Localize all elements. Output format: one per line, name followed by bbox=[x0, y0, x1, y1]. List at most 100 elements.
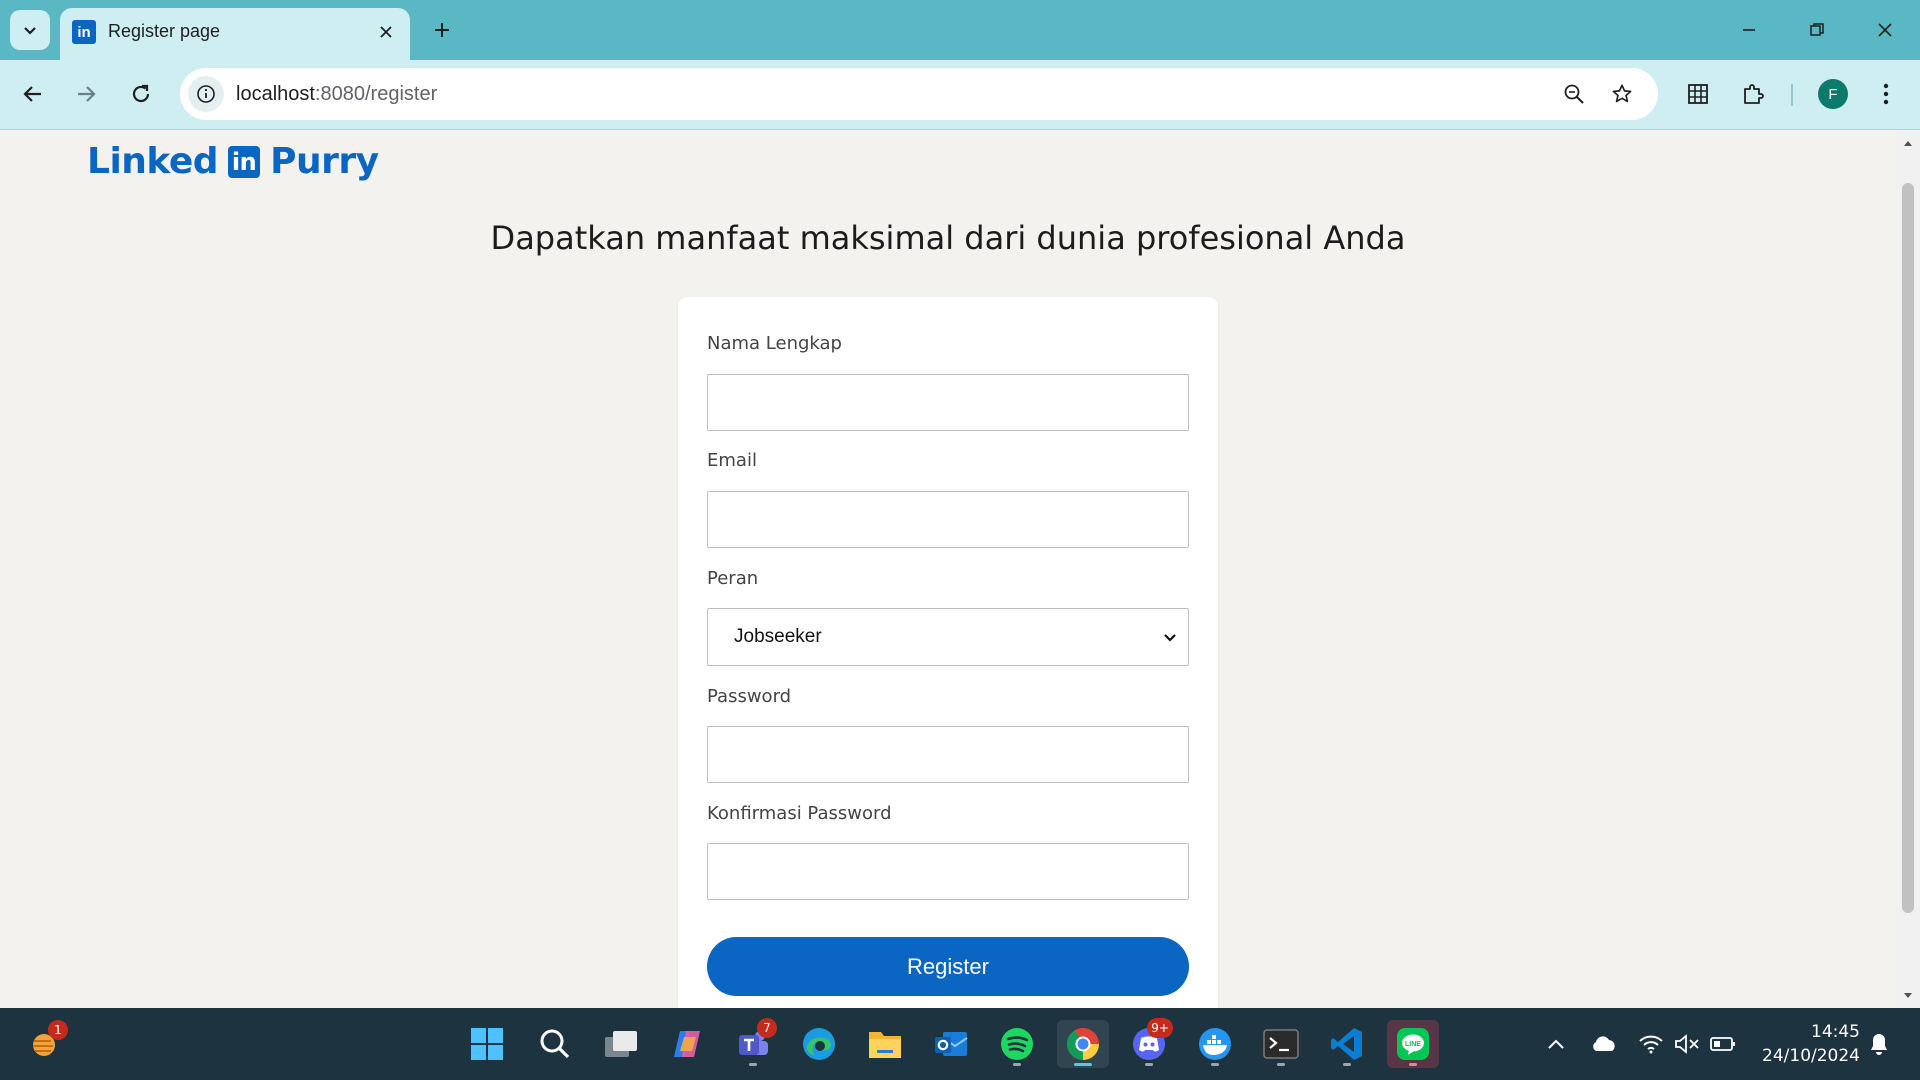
vscode-button[interactable] bbox=[1321, 1020, 1373, 1068]
teams-badge: 7 bbox=[757, 1018, 777, 1038]
full-name-label: Nama Lengkap bbox=[707, 333, 842, 354]
email-input[interactable] bbox=[707, 491, 1189, 548]
extensions-button[interactable] bbox=[1733, 74, 1773, 114]
start-button[interactable] bbox=[461, 1020, 513, 1068]
email-label: Email bbox=[707, 450, 757, 471]
notification-bell-icon bbox=[1871, 1034, 1887, 1055]
tab-groups-button[interactable] bbox=[1678, 74, 1718, 114]
discord-badge: 9+ bbox=[1147, 1018, 1173, 1038]
widgets-button[interactable]: 1 bbox=[20, 1020, 72, 1068]
page-scrollbar[interactable] bbox=[1896, 131, 1920, 1008]
scroll-down-button[interactable] bbox=[1900, 988, 1916, 1004]
task-view-button[interactable] bbox=[595, 1020, 647, 1068]
role-label: Peran bbox=[707, 568, 759, 589]
logo-in-box: in bbox=[228, 145, 261, 178]
url-host: localhost bbox=[236, 83, 315, 105]
browser-toolbar: localhost:8080/register F bbox=[0, 60, 1920, 130]
zoom-icon bbox=[1564, 84, 1584, 104]
close-window-button[interactable] bbox=[1862, 10, 1908, 50]
spotify-button[interactable] bbox=[991, 1020, 1043, 1068]
site-logo[interactable]: Linked in Purry bbox=[87, 141, 379, 182]
discord-button[interactable]: 9+ bbox=[1123, 1018, 1175, 1068]
outlook-icon bbox=[935, 1032, 968, 1056]
taskbar-search-button[interactable] bbox=[529, 1020, 581, 1068]
running-indicator bbox=[749, 1063, 757, 1066]
logo-text-right: Purry bbox=[270, 141, 379, 182]
line-button[interactable]: LINE bbox=[1387, 1020, 1439, 1068]
tab-title: Register page bbox=[108, 21, 221, 41]
extensions-icon bbox=[1744, 84, 1764, 104]
restore-button[interactable] bbox=[1794, 10, 1840, 50]
site-info-icon bbox=[197, 85, 215, 103]
notifications-button[interactable] bbox=[1862, 1008, 1896, 1080]
tab-favicon: in bbox=[72, 20, 96, 44]
file-explorer-button[interactable] bbox=[859, 1020, 911, 1068]
scroll-up-button[interactable] bbox=[1900, 135, 1916, 151]
running-indicator bbox=[1074, 1063, 1092, 1066]
site-info-button[interactable] bbox=[188, 76, 224, 112]
close-icon bbox=[380, 26, 392, 38]
windows-taskbar: 1 7 9+ LINE 14:45 24/10/2024 bbox=[0, 1008, 1920, 1080]
copilot-icon bbox=[674, 1031, 700, 1057]
network-button[interactable] bbox=[1634, 1008, 1668, 1080]
register-form-card: Nama Lengkap Email Peran Jobseeker Passw… bbox=[678, 297, 1218, 1008]
star-icon bbox=[1612, 84, 1632, 103]
page-headline: Dapatkan manfaat maksimal dari dunia pro… bbox=[490, 219, 1406, 257]
restore-icon bbox=[1810, 23, 1824, 36]
full-name-input[interactable] bbox=[707, 374, 1189, 431]
address-bar[interactable]: localhost:8080/register bbox=[180, 68, 1658, 120]
terminal-button[interactable] bbox=[1255, 1020, 1307, 1068]
plus-icon bbox=[435, 23, 449, 37]
browser-titlebar: in Register page bbox=[0, 0, 1920, 60]
back-icon bbox=[23, 86, 41, 102]
outlook-button[interactable] bbox=[925, 1020, 977, 1068]
reload-button[interactable] bbox=[121, 74, 161, 114]
clock-date: 24/10/2024 bbox=[1762, 1046, 1860, 1066]
widgets-badge: 1 bbox=[48, 1020, 68, 1040]
zoom-button[interactable] bbox=[1556, 76, 1592, 112]
forward-icon bbox=[78, 86, 96, 102]
teams-button[interactable]: 7 bbox=[727, 1018, 779, 1068]
role-select[interactable]: Jobseeker bbox=[707, 608, 1189, 666]
battery-button[interactable] bbox=[1706, 1008, 1740, 1080]
onedrive-button[interactable] bbox=[1586, 1008, 1622, 1080]
confirm-password-input[interactable] bbox=[707, 843, 1189, 900]
browser-menu-button[interactable] bbox=[1866, 74, 1906, 114]
search-icon bbox=[540, 1029, 570, 1059]
register-button[interactable]: Register bbox=[707, 937, 1189, 996]
show-hidden-icons-button[interactable] bbox=[1538, 1008, 1574, 1080]
taskbar-clock[interactable]: 14:45 24/10/2024 bbox=[1750, 1020, 1860, 1068]
forward-button[interactable] bbox=[66, 74, 106, 114]
bookmark-button[interactable] bbox=[1604, 76, 1640, 112]
copilot-button[interactable] bbox=[661, 1020, 713, 1068]
new-tab-button[interactable] bbox=[424, 12, 460, 48]
password-input[interactable] bbox=[707, 726, 1189, 783]
running-indicator bbox=[1277, 1063, 1285, 1066]
docker-icon bbox=[1199, 1028, 1231, 1060]
tab-list-button[interactable] bbox=[10, 10, 50, 50]
running-indicator bbox=[1145, 1063, 1153, 1066]
back-button[interactable] bbox=[13, 74, 53, 114]
terminal-icon bbox=[1263, 1029, 1299, 1059]
running-indicator bbox=[1409, 1063, 1417, 1066]
active-tab[interactable]: in Register page bbox=[60, 8, 410, 60]
volume-button[interactable] bbox=[1670, 1008, 1704, 1080]
profile-avatar[interactable]: F bbox=[1818, 79, 1848, 109]
edge-button[interactable] bbox=[793, 1020, 845, 1068]
docker-button[interactable] bbox=[1189, 1020, 1241, 1068]
logo-text-left: Linked bbox=[87, 141, 219, 182]
spotify-icon bbox=[1001, 1028, 1033, 1060]
svg-text:LINE: LINE bbox=[1405, 1041, 1421, 1048]
running-indicator bbox=[1211, 1063, 1219, 1066]
reload-icon bbox=[132, 84, 150, 103]
running-indicator bbox=[1343, 1063, 1351, 1066]
minimize-icon bbox=[1743, 29, 1755, 31]
line-icon: LINE bbox=[1397, 1028, 1429, 1060]
chrome-button[interactable] bbox=[1057, 1020, 1109, 1068]
chevron-down-icon bbox=[1164, 634, 1176, 642]
tab-close-button[interactable] bbox=[372, 18, 400, 46]
scroll-down-icon bbox=[1904, 993, 1912, 998]
scroll-thumb[interactable] bbox=[1902, 183, 1914, 913]
vscode-icon bbox=[1331, 1028, 1362, 1060]
minimize-button[interactable] bbox=[1726, 10, 1772, 50]
